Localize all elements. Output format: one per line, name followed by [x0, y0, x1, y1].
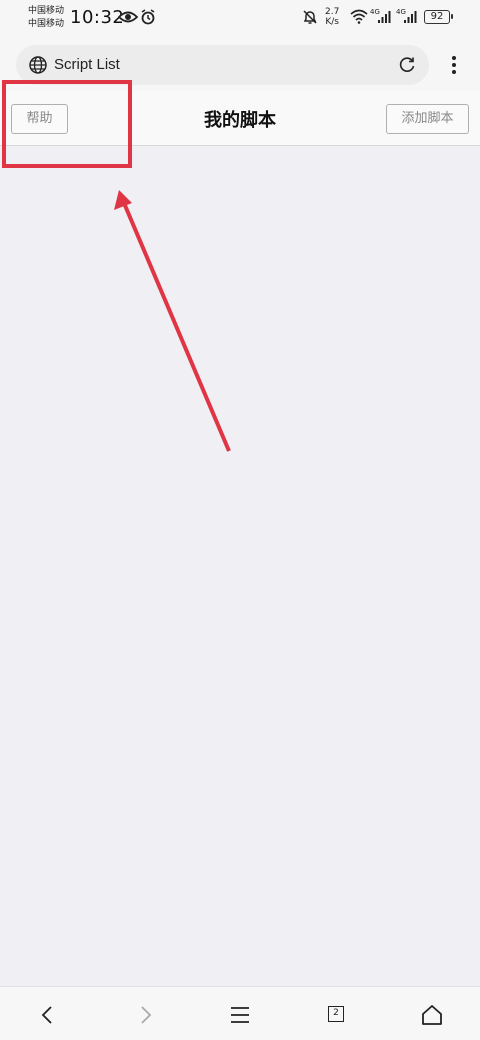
mute-bell-icon: [303, 10, 317, 24]
home-icon[interactable]: [418, 1001, 446, 1029]
net-speed-unit: K/s: [325, 17, 339, 27]
net-speed-value: 2.7: [325, 7, 340, 17]
back-icon[interactable]: [33, 1001, 61, 1029]
globe-icon: [29, 56, 47, 74]
menu-icon[interactable]: [226, 1001, 254, 1029]
more-menu-icon[interactable]: [444, 54, 464, 76]
status-time: 10:32: [70, 7, 125, 28]
address-bar[interactable]: Script List: [16, 45, 429, 85]
annotation-highlight-box: [2, 80, 132, 168]
script-list-area: [0, 146, 480, 986]
net-speed: 2.7 K/s: [325, 7, 339, 27]
wifi-icon: [350, 9, 368, 24]
tab-count: 2: [328, 1006, 344, 1022]
add-script-button[interactable]: 添加脚本: [386, 104, 469, 134]
reload-icon[interactable]: [397, 55, 417, 75]
eye-icon: [118, 11, 138, 23]
carrier-1: 中国移动: [28, 6, 65, 16]
tabs-icon[interactable]: 2: [322, 1001, 350, 1029]
signal-icon: [378, 11, 391, 23]
status-bar: 中国移动 中国移动 10:32 2.7 K/s 4G 4G 92: [0, 0, 480, 40]
forward-icon[interactable]: [132, 1001, 160, 1029]
page-url: Script List: [54, 56, 120, 73]
signal-icon: [404, 11, 417, 23]
carrier-labels: 中国移动 中国移动: [28, 5, 64, 31]
carrier-2: 中国移动: [28, 19, 65, 29]
bottom-navigation: 2: [0, 986, 480, 1040]
alarm-icon: [141, 9, 155, 25]
battery-icon: 92: [424, 10, 453, 24]
